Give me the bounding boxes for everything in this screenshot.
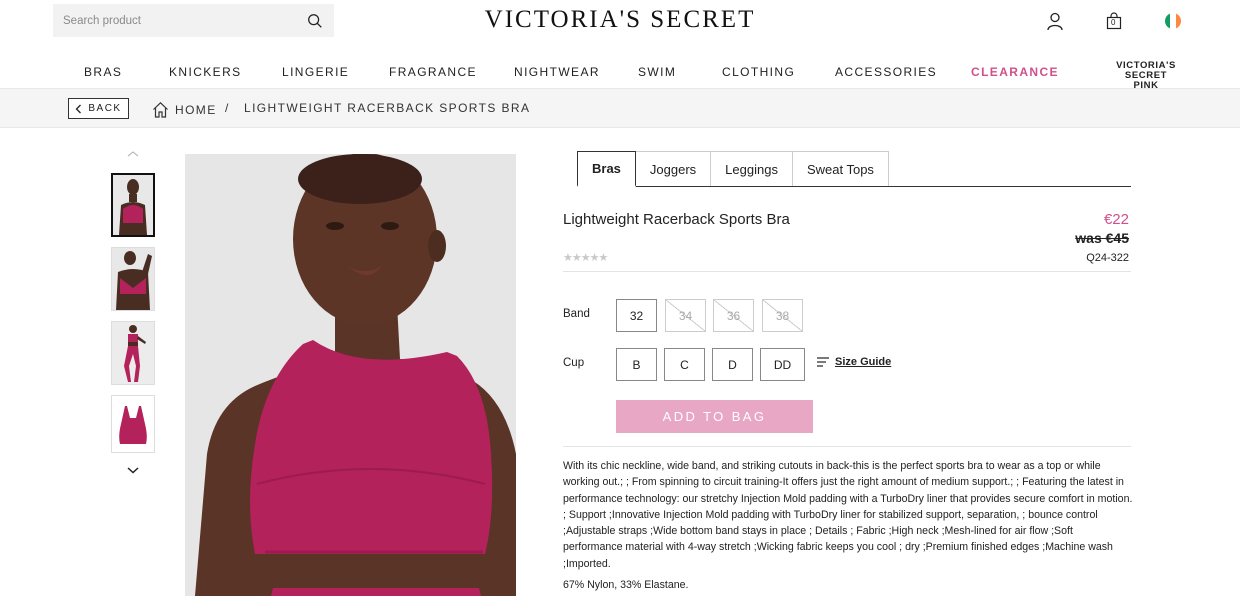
thumbnail-4-image xyxy=(112,396,154,452)
search-box[interactable] xyxy=(53,4,334,37)
back-label: BACK xyxy=(88,103,122,114)
home-icon xyxy=(153,101,168,118)
model-photo xyxy=(185,154,516,596)
thumbnail-1[interactable] xyxy=(111,173,155,237)
band-size-34[interactable]: 34 xyxy=(665,299,706,332)
divider xyxy=(563,271,1131,272)
breadcrumb-home-label: HOME xyxy=(175,102,217,117)
breadcrumb-current: LIGHTWEIGHT RACERBACK SPORTS BRA xyxy=(244,101,531,115)
chevron-up-icon[interactable] xyxy=(125,148,141,160)
nav-clothing[interactable]: CLOTHING xyxy=(722,65,795,79)
tab-divider xyxy=(577,186,1131,187)
nav-bras[interactable]: BRAS xyxy=(84,65,122,79)
breadcrumb-separator: / xyxy=(225,101,230,115)
cup-label: Cup xyxy=(563,357,585,369)
band-size-36[interactable]: 36 xyxy=(713,299,754,332)
product-composition: 67% Nylon, 33% Elastane. xyxy=(563,579,689,591)
product-tabs: Bras Joggers Leggings Sweat Tops xyxy=(577,151,889,187)
back-button[interactable]: BACK xyxy=(68,98,129,119)
nav-clearance[interactable]: CLEARANCE xyxy=(971,65,1059,79)
rating-stars[interactable]: ★★★★★ xyxy=(563,251,608,264)
search-input[interactable] xyxy=(63,14,306,27)
divider xyxy=(563,446,1131,447)
thumbnail-3[interactable] xyxy=(111,321,155,385)
thumbnail-2[interactable] xyxy=(111,247,155,311)
sale-price: €22 xyxy=(1103,211,1129,228)
chevron-left-icon xyxy=(75,104,82,113)
size-guide-label: Size Guide xyxy=(835,356,892,368)
nav-pink-brand[interactable]: VICTORIA'S SECRET PINK xyxy=(1100,61,1192,91)
menu-lines-icon xyxy=(817,357,829,367)
thumbnail-4[interactable] xyxy=(111,395,155,453)
product-sku: Q24-322 xyxy=(1086,252,1129,264)
nav-nightwear[interactable]: NIGHTWEAR xyxy=(514,65,600,79)
cup-size-d[interactable]: D xyxy=(712,348,753,381)
bag-button[interactable]: 0 xyxy=(1104,11,1124,31)
product-title: Lightweight Racerback Sports Bra xyxy=(563,211,790,228)
cup-size-dd[interactable]: DD xyxy=(760,348,805,381)
thumbnail-list xyxy=(111,173,155,463)
band-label: Band xyxy=(563,308,590,320)
search-icon[interactable] xyxy=(306,12,324,30)
thumbnail-3-image xyxy=(112,322,154,384)
cup-size-b[interactable]: B xyxy=(616,348,657,381)
breadcrumb: BACK HOME / LIGHTWEIGHT RACERBACK SPORTS… xyxy=(0,88,1240,128)
band-size-38[interactable]: 38 xyxy=(762,299,803,332)
nav-swim[interactable]: SWIM xyxy=(638,65,676,79)
add-to-bag-button[interactable]: ADD TO BAG xyxy=(616,400,813,433)
nav-fragrance[interactable]: FRAGRANCE xyxy=(389,65,477,79)
tab-sweat-tops[interactable]: Sweat Tops xyxy=(791,151,889,187)
band-size-32[interactable]: 32 xyxy=(616,299,657,332)
size-guide-link[interactable]: Size Guide xyxy=(817,356,891,368)
breadcrumb-home[interactable]: HOME xyxy=(152,101,217,118)
product-description: With its chic neckline, wide band, and s… xyxy=(563,460,1133,570)
nav-knickers[interactable]: KNICKERS xyxy=(169,65,242,79)
nav-accessories[interactable]: ACCESSORIES xyxy=(835,65,937,79)
bag-count: 0 xyxy=(1111,18,1116,27)
main-product-image[interactable] xyxy=(185,154,516,596)
pink-brand-line1: VICTORIA'S SECRET xyxy=(1116,60,1176,81)
tab-leggings[interactable]: Leggings xyxy=(710,151,793,187)
tab-bras[interactable]: Bras xyxy=(577,151,636,187)
nav-lingerie[interactable]: LINGERIE xyxy=(282,65,349,79)
logo-text[interactable]: VICTORIA'S SECRET xyxy=(485,6,756,33)
was-price: was €45 xyxy=(1075,230,1129,246)
ireland-flag-icon[interactable] xyxy=(1165,13,1181,29)
thumbnail-1-image xyxy=(113,175,153,235)
main-nav: BRAS KNICKERS LINGERIE FRAGRANCE NIGHTWE… xyxy=(0,60,1240,91)
thumbnail-2-image xyxy=(112,248,154,310)
user-icon[interactable] xyxy=(1045,11,1065,31)
chevron-down-icon[interactable] xyxy=(125,463,141,477)
tab-joggers[interactable]: Joggers xyxy=(634,151,712,187)
cup-size-c[interactable]: C xyxy=(664,348,705,381)
